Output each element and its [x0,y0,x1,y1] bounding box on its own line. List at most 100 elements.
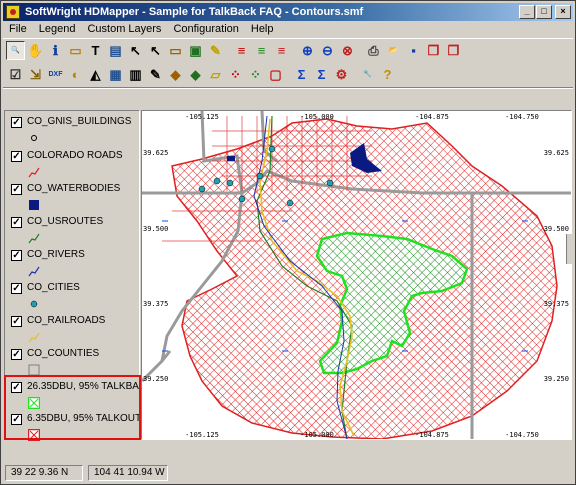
layers-add-icon: ≡ [257,43,266,58]
checklist-button[interactable]: ☑ [6,65,25,84]
legend-item[interactable]: ✓ CO_CITIES [8,280,140,312]
menu-help[interactable]: Help [245,22,280,38]
legend-label: CO_USROUTES [27,216,104,227]
export-map-button[interactable]: ❐ [444,41,463,60]
terrain-button[interactable]: ◭ [86,65,105,84]
layers-add-button[interactable]: ≡ [252,41,271,60]
coverage-button[interactable]: ◆ [166,65,185,84]
menu-file[interactable]: File [3,22,33,38]
zoom-cancel-button[interactable]: ⊗ [338,41,357,60]
color-grid-button[interactable]: ▦ [106,65,125,84]
print-button[interactable]: ⎙ [364,41,383,60]
zoom-in-button[interactable]: ⊕ [298,41,317,60]
menu-custom-layers[interactable]: Custom Layers [81,22,167,38]
vertices-icon: ⁘ [250,66,261,82]
main-toolbar: 🔍 ✋ ℹ ▭ T ▤ ↖ ↖ ▭ ▣ ✎ ≡ ≡ ≡ ⊕ ⊖ ⊗ ⎙ 📂 ▪ ❐ ❐ [3,38,573,62]
tower-edit-button[interactable]: ✎ [146,65,165,84]
legend-label: CO_CITIES [27,282,80,293]
print-icon: ⎙ [368,43,379,58]
legend-checkbox[interactable]: ✓ [11,117,22,128]
save-icon: ▪ [411,43,416,58]
polygon-button[interactable]: ▱ [206,65,225,84]
legend-item[interactable]: ✓ CO_USROUTES [8,214,140,246]
open-folder-button[interactable]: 📂 [384,41,403,60]
maximize-button[interactable]: □ [536,5,552,19]
import-button[interactable]: ⇲ [26,65,45,84]
wrench-button[interactable]: 🔧 [358,65,377,84]
dxf-icon: DXF [48,70,63,78]
frame-button[interactable]: ▢ [266,65,285,84]
menu-legend[interactable]: Legend [33,22,82,38]
legend-checkbox[interactable]: ✓ [11,217,22,228]
points-icon: ⁘ [230,66,241,82]
sum-button[interactable]: Σ [292,65,311,84]
legend-checkbox[interactable]: ✓ [11,283,22,294]
legend-checkbox[interactable]: ✓ [11,184,22,195]
title-bar[interactable]: SoftWright HDMapper - Sample for TalkBac… [3,3,573,21]
legend-checkbox[interactable]: ✓ [11,316,22,327]
legend-item[interactable]: ✓ CO_RAILROADS [8,313,140,345]
coverage-stack-button[interactable]: ◆ [186,65,205,84]
zoom-select-button[interactable]: 🔍 [6,41,25,60]
city-symbol-icon [28,298,40,310]
layers-toolbar: ☑ ⇲ DXF ◐ ◭ ▦ ▥ ✎ ◆ ◆ ▱ ⁘ ⁘ ▢ Σ Σ ⚙ 🔧? [3,62,573,86]
sum-icon: Σ [297,66,306,82]
minimize-button[interactable]: _ [519,5,535,19]
text-box-button[interactable]: ▤ [106,41,125,60]
image-icon: ▣ [189,43,202,58]
copy-map-button[interactable]: ❐ [424,41,443,60]
settings-button[interactable]: ⚙ [332,65,351,84]
close-button[interactable]: × [555,5,571,19]
layers-button[interactable]: ≡ [232,41,251,60]
points-button[interactable]: ⁘ [226,65,245,84]
legend-checkbox[interactable]: ✓ [11,250,22,261]
zoom-out-button[interactable]: ⊖ [318,41,337,60]
dxf-button[interactable]: DXF [46,65,65,84]
legend-item[interactable]: ✓ CO_WATERBODIES [8,181,140,213]
save-button[interactable]: ▪ [404,41,423,60]
coverage-stack-icon: ◆ [190,66,201,82]
import-icon: ⇲ [30,66,41,82]
legend-checkbox[interactable]: ✓ [11,151,22,162]
zoom-in-icon: ⊕ [302,43,313,58]
label-button[interactable]: ▭ [66,41,85,60]
zoom-cancel-icon: ⊗ [342,43,353,58]
text-button[interactable]: T [86,41,105,60]
map-canvas[interactable]: -105.125 -105.000 -104.875 -104.750 -105.125… [142,111,571,439]
select-pointer-button[interactable]: ↖ [146,41,165,60]
menu-bar: File Legend Custom Layers Configuration … [3,22,573,38]
grid-button[interactable]: ▥ [126,65,145,84]
help-button[interactable]: ? [378,65,397,84]
palette-icon: ◐ [71,66,80,82]
rectangle-button[interactable]: ▭ [166,41,185,60]
info-button[interactable]: ℹ [46,41,65,60]
window-controls: _ □ × [518,5,571,19]
palette-button[interactable]: ◐ [66,65,85,84]
map-bottom-tick: -104.750 [505,431,539,439]
line-symbol-icon [28,265,40,277]
legend-item[interactable]: ✓ CO_RIVERS [8,247,140,279]
legend-label: COLORADO ROADS [27,150,123,161]
info-icon: ℹ [53,43,58,58]
rectangle-icon: ▭ [169,43,182,58]
layers-remove-button[interactable]: ≡ [272,41,291,60]
legend-item[interactable]: ✓ COLORADO ROADS [8,148,140,180]
image-button[interactable]: ▣ [186,41,205,60]
legend-item[interactable]: ✓ CO_COUNTIES [8,346,140,378]
map-scroll-indicator[interactable] [566,234,572,264]
map-view[interactable]: -105.125 -105.000 -104.875 -104.750 -105.125… [141,110,572,440]
map-bottom-tick: -105.000 [300,431,334,439]
map-left-tick: 39.500 [143,225,168,233]
pointer-icon: ↖ [130,43,141,58]
map-bottom-tick: -105.125 [185,431,219,439]
sum-plus-button[interactable]: Σ [312,65,331,84]
pencil-button[interactable]: ✎ [206,41,225,60]
legend-checkbox[interactable]: ✓ [11,349,22,360]
pointer-button[interactable]: ↖ [126,41,145,60]
polygon-icon: ▱ [210,66,221,82]
vertices-button[interactable]: ⁘ [246,65,265,84]
menu-configuration[interactable]: Configuration [167,22,244,38]
legend-label: CO_GNIS_BUILDINGS [27,116,132,127]
legend-item[interactable]: ✓ CO_GNIS_BUILDINGS [8,114,140,146]
pan-hand-button[interactable]: ✋ [26,41,45,60]
